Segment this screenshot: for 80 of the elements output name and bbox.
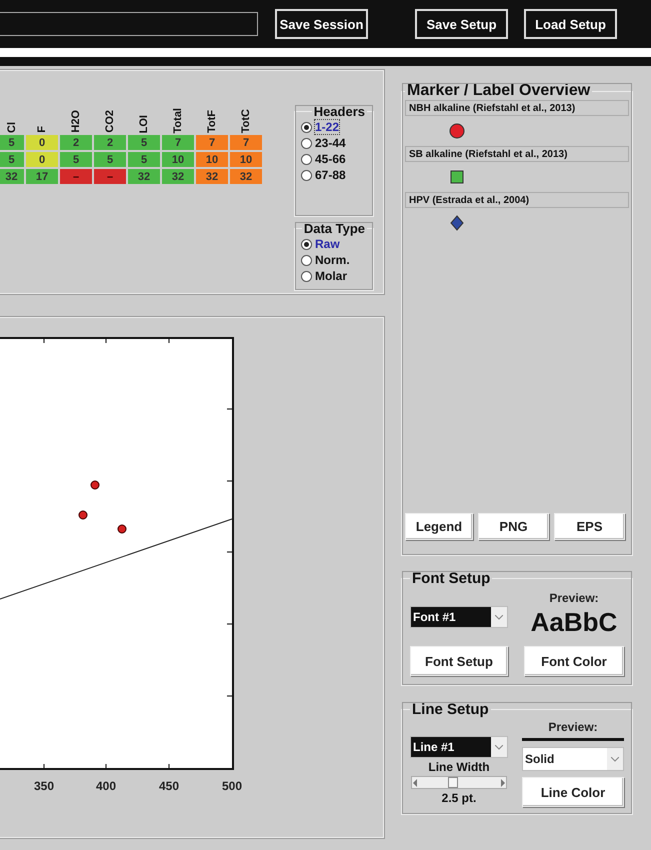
table-cell: 5 [128,135,160,150]
export-button[interactable]: PNG [478,513,549,540]
column-header: CO2 [104,110,116,133]
line-dropdown[interactable]: Line #1 [410,736,508,758]
column-header: TotC [240,108,252,133]
line-width-value: 2.5 pt. [442,791,476,805]
tick-label: 400 [96,779,116,793]
table-cell: 5 [94,152,126,167]
table-cell: 7 [196,135,228,150]
table-cell: 10 [196,152,228,167]
radio-option[interactable]: Norm. [301,252,367,268]
data-point [90,480,100,490]
radio-option[interactable]: 23-44 [301,135,367,151]
table-cell: 5 [0,152,24,167]
data-point [118,524,126,534]
column-header: TotF [206,110,218,133]
slider-thumb[interactable] [448,777,458,788]
radio-option[interactable]: Molar [301,268,367,284]
table-cell: 32 [162,169,194,184]
group-title: Marker / Label Overview [406,82,592,100]
tick-mark [168,764,170,768]
table-cell: 5 [60,152,92,167]
export-button[interactable]: Legend [405,513,473,540]
marker-label[interactable]: NBH alkaline (Riefstahl et al., 2013) [405,100,629,116]
marker-label[interactable]: SB alkaline (Riefstahl et al., 2013) [405,146,629,162]
font-setup-button[interactable]: Font Setup [410,646,508,676]
tick-mark [226,408,232,410]
table-cell: 32 [128,169,160,184]
table-cell: 17 [26,169,58,184]
table-cell: 0 [26,135,58,150]
group-title: Line Setup [411,701,490,718]
export-button[interactable]: EPS [554,513,625,540]
table-cell: 10 [162,152,194,167]
right-arrow-icon [500,778,506,786]
data-point [78,510,88,520]
column-header: F [36,126,48,133]
tick-label: 350 [34,779,54,793]
table-cell: 2 [60,135,92,150]
column-header: LOI [138,114,150,133]
table-cell: 5 [128,152,160,167]
font-preview-text: AaBbC [530,607,618,638]
toolbar-button[interactable]: Load Setup [524,9,617,39]
tick-label: 450 [158,779,180,793]
column-header: Cl [6,122,18,133]
font-color-button[interactable]: Font Color [524,646,624,676]
table-cell: – [94,169,126,184]
table-cell: 2 [94,135,126,150]
table-cell: 7 [162,135,194,150]
table-cell: 32 [0,169,24,184]
radio-option[interactable]: Raw [301,236,367,252]
table-cell: 0 [26,152,58,167]
toolbar-button[interactable]: Save Setup [415,9,508,39]
group-title: Font Setup [411,570,492,587]
line-width-label: Line Width [428,760,490,774]
table-cell: – [60,169,92,184]
radio-option[interactable]: 45-66 [301,151,367,167]
line-width-slider[interactable] [411,776,507,789]
radio-option[interactable]: 67-88 [301,167,367,183]
preview-label: Preview: [549,591,599,605]
tick-mark [168,338,170,344]
preview-label: Preview: [548,720,598,734]
left-arrow-icon [412,778,418,786]
table-cell: 5 [0,135,24,150]
table-cell: 32 [230,169,262,184]
tick-mark [226,480,232,482]
line-color-button[interactable]: Line Color [522,777,624,807]
tick-label: 500 [222,779,242,793]
session-field[interactable] [0,12,258,36]
table-cell: 7 [230,135,262,150]
table-cell: 10 [230,152,262,167]
column-header: H2O [70,110,82,133]
toolbar-button[interactable]: Save Session [275,9,368,39]
group-title: Data Type [302,221,366,236]
table-cell: 32 [196,169,228,184]
line-style-dropdown[interactable]: Solid [522,747,624,771]
column-header: Total [172,108,184,133]
font-dropdown[interactable]: Font #1 [410,606,508,628]
radio-option[interactable]: 1-22 [301,119,367,135]
group-title: Headers [312,104,366,119]
marker-label[interactable]: HPV (Estrada et al., 2004) [405,192,629,208]
